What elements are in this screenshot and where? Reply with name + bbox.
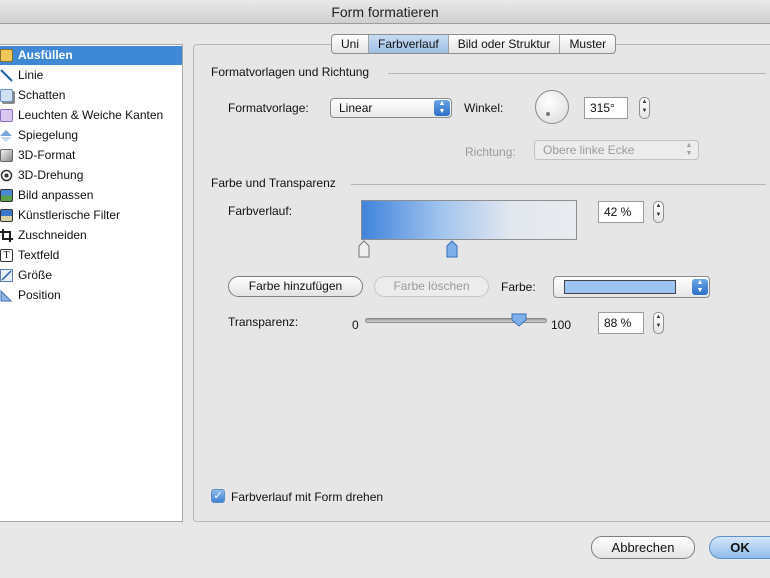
gradient-position-field[interactable]: 42 % [598,201,644,223]
section-title-color: Farbe und Transparenz [211,176,336,190]
angle-stepper[interactable]: ▲ ▼ [639,97,650,119]
sidebar-item-ausfuellen[interactable]: Ausfüllen [0,46,182,65]
color-swatch [564,280,676,294]
fill-icon [0,49,13,62]
sidebar-item-label: Textfeld [18,248,60,262]
cancel-button[interactable]: Abbrechen [591,536,695,559]
line-icon [0,69,13,82]
sidebar-item-position[interactable]: Position [0,286,182,305]
gradient-stop-handle[interactable] [358,240,370,258]
preset-label: Formatvorlage: [228,101,309,115]
direction-label: Richtung: [465,145,516,159]
sidebar-item-label: Bild anpassen [18,188,94,202]
sidebar-item-label: 3D-Drehung [18,168,84,182]
sidebar-item-label: Leuchten & Weiche Kanten [18,108,164,122]
sidebar-item-linie[interactable]: Linie [0,66,182,85]
preset-value: Linear [339,101,373,115]
sidebar-item-label: 3D-Format [18,148,76,162]
sidebar-item-label: Spiegelung [18,128,79,142]
position-icon [0,289,13,302]
sidebar-item-3d-format[interactable]: 3D-Format [0,146,182,165]
3d-rotation-icon [0,169,13,182]
sidebar-item-spiegelung[interactable]: Spiegelung [0,126,182,145]
reflection-icon [0,129,13,142]
transparency-slider-thumb[interactable] [511,313,527,327]
shadow-icon [0,89,13,102]
gradient-stop-handle-selected[interactable] [446,240,458,258]
gradient-preview[interactable] [361,200,577,240]
sidebar-item-leuchten[interactable]: Leuchten & Weiche Kanten [0,106,182,125]
transparency-max: 100 [551,318,572,332]
sidebar-item-kuenstlerische-filter[interactable]: Künstlerische Filter [0,206,182,225]
textbox-icon: T [0,249,13,262]
picture-adjust-icon [0,189,13,202]
sidebar-item-label: Künstlerische Filter [18,208,121,222]
tab-uni[interactable]: Uni [332,35,370,53]
size-icon [0,269,13,282]
transparency-field[interactable]: 88 % [598,312,644,334]
direction-popup[interactable]: Obere linke Ecke ▲ ▼ [534,140,699,160]
color-label: Farbe: [501,280,536,294]
sidebar-item-bild-anpassen[interactable]: Bild anpassen [0,186,182,205]
rotate-with-shape-label[interactable]: Farbverlauf mit Form drehen [231,490,383,504]
sidebar-item-textfeld[interactable]: T Textfeld [0,246,182,265]
tab-farbverlauf[interactable]: Farbverlauf [369,35,449,53]
rotate-with-shape-checkbox[interactable]: ✓ [211,489,225,503]
angle-label: Winkel: [464,101,504,115]
preset-popup[interactable]: Linear ▲ ▼ [330,98,452,118]
separator [388,73,766,74]
transparency-min: 0 [352,318,359,332]
direction-value: Obere linke Ecke [543,143,635,157]
gradient-label: Farbverlauf: [228,204,293,218]
angle-field[interactable]: 315° [584,97,628,119]
crop-icon [0,229,13,242]
sidebar-item-label: Schatten [18,88,66,102]
gradient-position-stepper[interactable]: ▲ ▼ [653,201,664,223]
sidebar-item-label: Zuschneiden [18,228,87,242]
window-title: Form formatieren [0,0,770,24]
sidebar-item-schatten[interactable]: Schatten [0,86,182,105]
sidebar: Ausfüllen Linie Schatten Leuchten & Weic… [0,44,183,522]
popup-arrows-icon: ▲ ▼ [692,279,708,295]
glow-icon [0,109,13,122]
sidebar-item-3d-drehung[interactable]: 3D-Drehung [0,166,182,185]
sidebar-item-zuschneiden[interactable]: Zuschneiden [0,226,182,245]
checkmark-icon: ✓ [213,490,223,502]
sidebar-item-label: Position [18,288,61,302]
tab-muster[interactable]: Muster [560,35,615,53]
section-title-presets: Formatvorlagen und Richtung [211,65,370,79]
sidebar-item-label: Linie [18,68,44,82]
tab-bild-oder-struktur[interactable]: Bild oder Struktur [449,35,561,53]
delete-color-button[interactable]: Farbe löschen [374,276,489,297]
add-color-button[interactable]: Farbe hinzufügen [228,276,363,297]
transparency-label: Transparenz: [228,315,299,329]
angle-knob[interactable] [535,90,569,124]
color-popup[interactable]: ▲ ▼ [553,276,710,298]
transparency-stepper[interactable]: ▲ ▼ [653,312,664,334]
3d-format-icon [0,149,13,162]
popup-arrows-icon: ▲ ▼ [434,100,450,116]
separator [351,184,766,185]
ok-button[interactable]: OK [709,536,770,559]
tab-bar: Uni Farbverlauf Bild oder Struktur Muste… [331,34,617,54]
popup-arrows-icon: ▲ ▼ [685,142,693,157]
artistic-filter-icon [0,209,13,222]
sidebar-item-groesse[interactable]: Größe [0,266,182,285]
sidebar-item-label: Ausfüllen [18,48,73,62]
sidebar-item-label: Größe [18,268,53,282]
